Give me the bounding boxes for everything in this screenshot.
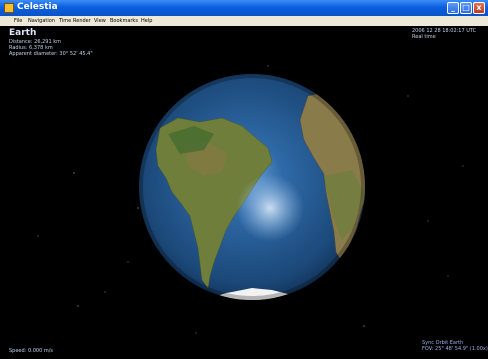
camera-info: Sync Orbit Earth FOV: 25° 48' 54.9" (1.0… [422, 340, 488, 352]
menu-navigation[interactable]: Navigation [28, 18, 55, 24]
3d-viewport[interactable]: Earth Distance: 26,291 km Radius: 6,378 … [8, 26, 488, 359]
selected-object-info: Earth Distance: 26,291 km Radius: 6,378 … [9, 28, 93, 57]
menu-file[interactable]: File [14, 18, 22, 24]
time-mode-readout: Real time [412, 34, 436, 40]
celestia-app-icon[interactable] [4, 3, 14, 13]
window-title: Celestia [17, 2, 58, 12]
earth-globe[interactable] [139, 74, 374, 326]
maximize-button[interactable]: □ [460, 2, 472, 14]
menu-render[interactable]: Render [73, 18, 91, 24]
close-button[interactable]: x [473, 2, 485, 14]
title-bar[interactable]: Celestia _ □ x [0, 0, 488, 16]
speed-readout: Speed: 0.000 m/s [9, 348, 54, 354]
fov-readout: FOV: 25° 48' 54.9" (1.00x) [422, 346, 488, 352]
menu-bookmarks[interactable]: Bookmarks [110, 18, 138, 24]
apparent-diameter-readout: Apparent diameter: 30° 52' 45.4" [9, 51, 93, 57]
object-name: Earth [9, 28, 37, 38]
sun-glint [236, 174, 304, 242]
minimize-button[interactable]: _ [447, 2, 459, 14]
space-scene [37, 65, 464, 334]
menu-time[interactable]: Time [59, 18, 71, 24]
time-info: 2006 12 28 18:02:17 UTC Real time [412, 28, 476, 40]
menu-bar: File Navigation Time Render View Bookmar… [0, 16, 488, 26]
celestia-window: Celestia _ □ x File Navigation Time Rend… [0, 0, 488, 359]
menu-view[interactable]: View [94, 18, 106, 24]
menu-help[interactable]: Help [141, 18, 152, 24]
